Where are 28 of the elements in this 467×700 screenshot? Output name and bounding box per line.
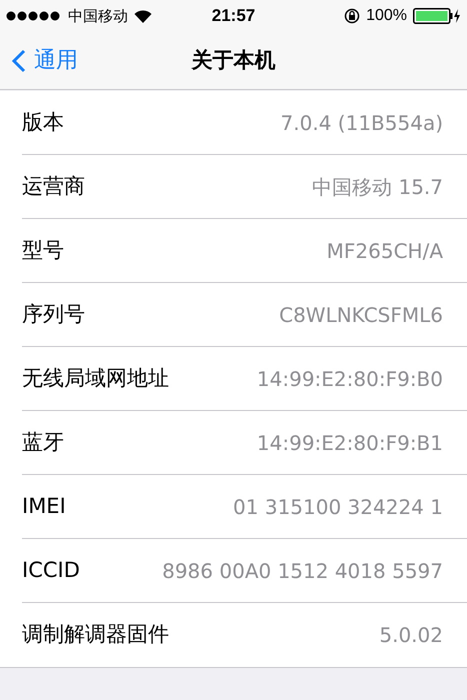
row-label: ICCID [22,556,80,584]
nav-title: 关于本机 [192,46,276,74]
row-value: 8986 00A0 1512 4018 5597 [162,558,443,584]
wifi-icon [134,10,152,22]
row-label: 版本 [22,108,64,136]
row-label: 型号 [22,236,64,264]
row-value: 中国移动 15.7 [312,174,443,200]
row-label: 蓝牙 [22,428,64,456]
back-button[interactable]: 通用 [0,44,78,77]
row-label: 调制解调器固件 [22,621,169,648]
carrier-name: 中国移动 [68,6,128,27]
row-value: 14:99:E2:80:F9:B0 [256,366,443,392]
status-time: 21:57 [212,5,256,28]
row-value: 5.0.02 [379,622,443,649]
row-value: C8WLNKCSFML6 [279,302,443,328]
row-value: MF265CH/A [326,238,443,264]
row-value: 01 315100 324224 1 [233,494,443,520]
row-value: 14:99:E2:80:F9:B1 [256,430,443,456]
chevron-left-icon [12,48,26,72]
battery-percent: 100% [366,6,407,26]
signal-icon [6,11,62,21]
row-label: 运营商 [22,172,85,200]
row-label: 无线局域网地址 [22,364,169,392]
rotation-lock-icon [344,8,360,24]
row-label: 序列号 [22,300,85,328]
battery-charging-icon [413,8,461,24]
row-label: IMEI [22,492,66,520]
row-value: 7.0.4 (11B554a) [280,110,443,136]
